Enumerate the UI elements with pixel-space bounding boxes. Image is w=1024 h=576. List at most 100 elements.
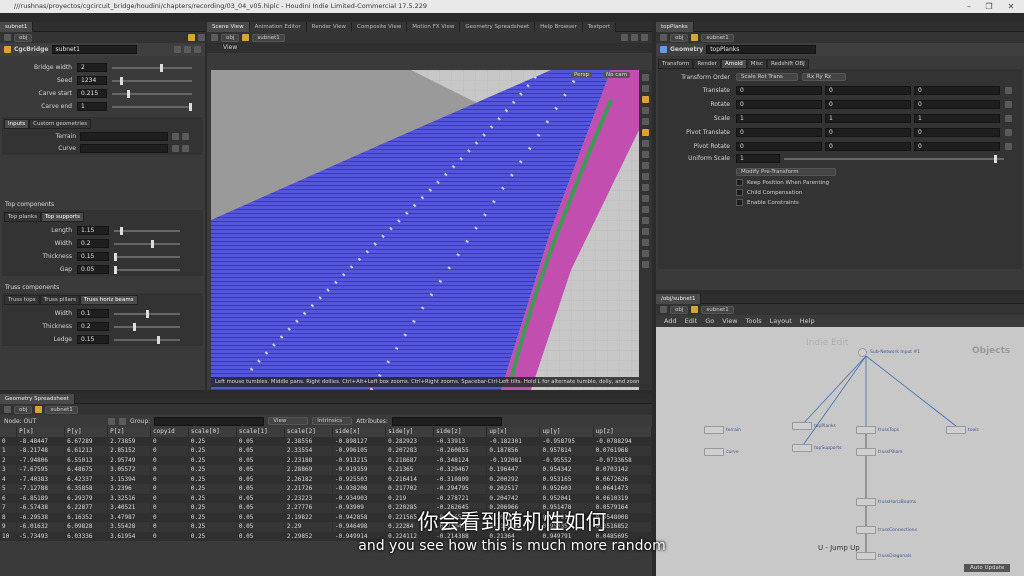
slider-knob[interactable] [189,102,192,111]
handle-icon[interactable] [642,118,649,125]
vector-field-0[interactable]: 0 [736,86,822,95]
param-slider[interactable] [114,226,180,235]
column-header[interactable]: up[x] [486,427,541,437]
param-slider[interactable] [112,102,192,111]
path-obj[interactable]: obj [670,33,689,42]
move-icon[interactable] [642,85,649,92]
uniform-scale-slider[interactable] [784,154,1004,163]
lock-icon[interactable] [642,239,649,246]
node-name-field[interactable]: subnet1 [51,45,137,54]
shade-icon[interactable] [642,206,649,213]
network-node[interactable] [704,426,724,434]
channel-icon[interactable] [1005,143,1012,150]
slider-knob[interactable] [120,226,124,235]
channel-icon[interactable] [1005,87,1012,94]
slider-knob[interactable] [156,335,160,344]
scale-icon[interactable] [642,107,649,114]
persp-menu[interactable]: Persp [571,72,593,78]
rotate-order-menu[interactable]: Rx Ry Rz [802,73,846,81]
menu-edit[interactable]: Edit [685,317,698,325]
param-value-field[interactable]: 0.05 [77,265,109,274]
column-header[interactable] [0,427,18,437]
param-value-field[interactable]: 0.15 [77,252,109,261]
network-node[interactable] [856,426,876,434]
param-value-field[interactable]: 0.2 [77,239,109,248]
display-icon[interactable] [642,173,649,180]
menu-help[interactable]: Help [800,317,815,325]
path-node[interactable]: subnet1 [252,33,285,42]
column-header[interactable]: side[y] [385,427,435,437]
vector-field-2[interactable]: 1 [914,114,1000,123]
param-value-field[interactable]: 2 [77,63,107,72]
channel-icon[interactable] [1005,101,1012,108]
minimize-icon[interactable]: – [958,0,980,13]
path-node[interactable]: subnet1 [701,33,734,42]
curve-field[interactable] [80,144,168,153]
path-obj[interactable]: obj [670,305,689,314]
camera-icon[interactable] [642,162,649,169]
menu-view[interactable]: View [722,317,737,325]
back-icon[interactable] [660,306,667,313]
slider-knob[interactable] [145,309,149,318]
subtab-top-planks[interactable]: Top planks [4,212,41,222]
network-node[interactable] [792,422,812,430]
param-value-field[interactable]: 0.15 [77,335,109,344]
tree-icon[interactable] [182,133,189,140]
tab-geometry-spreadsheet[interactable]: Geometry Spreadsheet [460,22,536,32]
vector-field-0[interactable]: 0 [736,100,822,109]
tab-geometry-spreadsheet[interactable]: Geometry Spreadsheet [0,394,75,404]
menu-add[interactable]: Add [664,317,677,325]
param-value-field[interactable]: 1234 [77,76,107,85]
menu-go[interactable]: Go [705,317,714,325]
back-icon[interactable] [4,406,11,413]
pin-icon[interactable] [621,34,628,41]
subtab-truss-horiz-beams[interactable]: Truss horiz beams [80,295,138,305]
vector-field-1[interactable]: 0 [825,142,911,151]
tab-redshift-obj[interactable]: Redshift OBJ [766,59,809,69]
param-slider[interactable] [112,89,192,98]
tab-composite-view[interactable]: Composite View [352,22,408,32]
attributes-field[interactable] [391,416,502,426]
tab-subnet1[interactable]: subnet1 [0,22,34,32]
light-icon[interactable] [642,129,649,136]
column-header[interactable]: side[z] [433,427,488,437]
table-row[interactable]: 2 -7.94806 6.55013 2.95749 0 0.25 0.05 2.23188-… [0,455,653,465]
points-icon[interactable] [642,228,649,235]
network-node[interactable] [856,498,876,506]
param-value-field[interactable]: 1 [77,102,107,111]
tab-motion-fx-view[interactable]: Motion FX View [407,22,461,32]
param-slider[interactable] [114,335,180,344]
slider-knob[interactable] [132,322,136,331]
points-icon[interactable] [108,417,115,425]
view-icon[interactable] [642,151,649,158]
snap-icon[interactable] [642,140,649,147]
table-row[interactable]: 0 -8.48447 6.67289 2.73859 0 0.25 0.05 2.38556-… [0,436,653,446]
vector-field-1[interactable]: 0 [825,86,911,95]
channel-icon[interactable] [1005,115,1012,122]
menu-icon[interactable] [641,34,648,41]
transform-order-menu[interactable]: Scale Rot Trans [736,73,798,81]
terrain-field[interactable] [80,132,168,141]
back-icon[interactable] [660,34,667,41]
tab-scene-view[interactable]: Scene View [207,22,250,32]
tab-transform[interactable]: Transform [658,59,694,69]
network-node[interactable] [704,448,724,456]
modify-pretransform-menu[interactable]: Modify Pre-Transform [736,168,836,176]
maximize-icon[interactable]: ❐ [978,0,1000,13]
slider-knob[interactable] [150,239,154,248]
column-header[interactable]: P[x] [16,427,66,437]
vector-field-1[interactable]: 0 [825,128,911,137]
network-node[interactable] [856,448,876,456]
help-icon[interactable] [198,34,205,41]
table-row[interactable]: 5 -7.12788 6.35858 3.2396 0 0.25 0.05 2.21726 -0… [0,484,653,494]
checkbox[interactable] [736,189,743,196]
path-obj[interactable]: obj [14,405,33,414]
node-name-field[interactable]: topPlanks [706,45,817,54]
vector-field-0[interactable]: 0 [736,142,822,151]
back-icon[interactable] [4,34,11,41]
grid-icon[interactable] [642,195,649,202]
select-icon[interactable] [642,74,649,81]
network-node[interactable] [792,444,812,452]
vector-field-2[interactable]: 0 [914,142,1000,151]
param-value-field[interactable]: 0.1 [77,309,109,318]
